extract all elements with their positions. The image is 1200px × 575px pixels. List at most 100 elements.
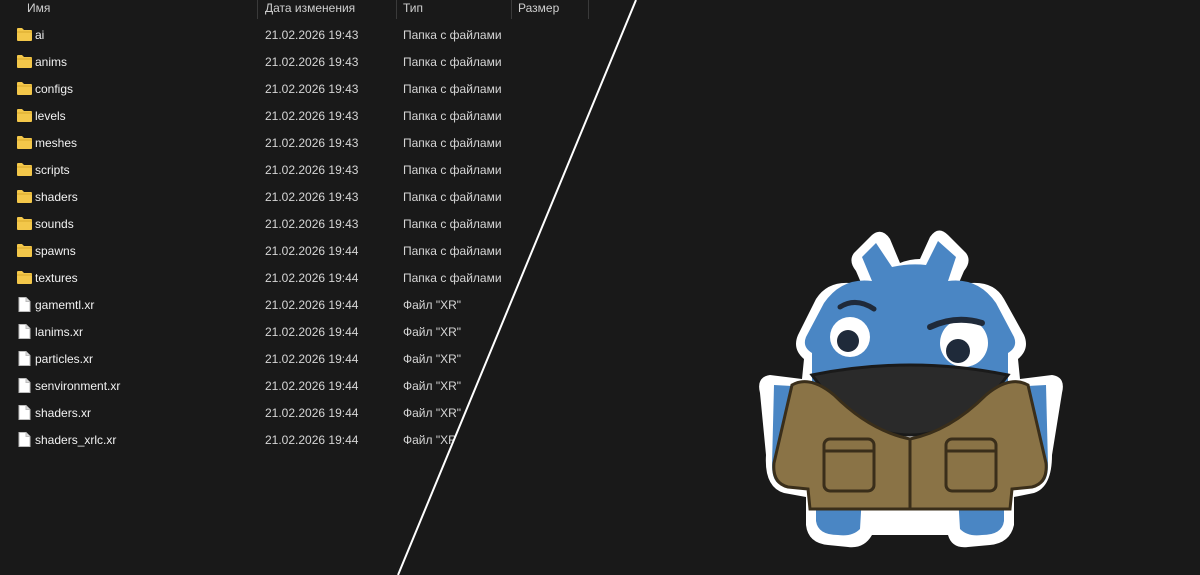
folder-icon: [16, 216, 33, 231]
folder-icon: [16, 162, 33, 177]
file-date: 21.02.2026 19:44: [265, 379, 359, 393]
file-icon: [16, 324, 33, 339]
file-list-row[interactable]: sounds 21.02.2026 19:43 Папка с файлами: [0, 211, 600, 238]
folder-icon: [16, 108, 33, 123]
column-type-header[interactable]: Тип: [403, 0, 423, 19]
file-list-row[interactable]: shaders 21.02.2026 19:43 Папка с файлами: [0, 184, 600, 211]
file-type: Файл "XR": [403, 298, 462, 312]
file-name: sounds: [35, 217, 74, 231]
image-file-icon: [637, 87, 653, 105]
file-date: 21.02.2026 19:43: [265, 136, 359, 150]
file-list-row[interactable]: shaders_xrlc.xr 21.02.2026 19:44 Файл "XR": [0, 427, 600, 454]
file-name: meshes: [35, 136, 78, 150]
file-list-row[interactable]: shaders.xr 21.02.2026 19:44 Файл "XR": [0, 400, 600, 427]
texture-file-row[interactable]: texture.dds: [634, 85, 934, 112]
mascot-illustration: [759, 230, 1063, 548]
texture-file-name: ui.dds: [657, 171, 690, 185]
file-name: anims: [35, 55, 68, 69]
texture-file-row[interactable]: texture_bump.dds: [634, 139, 934, 166]
texture-file-row[interactable]: sky_cube.dds: [634, 58, 934, 85]
file-name: particles.xr: [35, 352, 94, 366]
file-name: levels: [35, 109, 66, 123]
file-list-row[interactable]: particles.xr 21.02.2026 19:44 Файл "XR": [0, 346, 600, 373]
file-date: 21.02.2026 19:43: [265, 217, 359, 231]
file-type: Папка с файлами: [403, 217, 502, 231]
file-list-row[interactable]: lanims.xr 21.02.2026 19:44 Файл "XR": [0, 319, 600, 346]
file-type: Папка с файлами: [403, 271, 502, 285]
file-icon: [16, 351, 33, 366]
texture-file-name: font.dds: [657, 9, 700, 23]
folder-icon: [16, 81, 33, 96]
file-type: Файл "XR": [403, 325, 462, 339]
file-list-row[interactable]: spawns 21.02.2026 19:44 Папка с файлами: [0, 238, 600, 265]
column-separator[interactable]: [511, 0, 512, 19]
texture-file-row[interactable]: font.dds: [634, 4, 934, 31]
file-list-row[interactable]: gamemtl.xr 21.02.2026 19:44 Файл "XR": [0, 292, 600, 319]
folder-icon: [16, 270, 33, 285]
file-type: Папка с файлами: [403, 82, 502, 96]
column-separator[interactable]: [588, 0, 589, 19]
file-type: Папка с файлами: [403, 136, 502, 150]
file-icon: [16, 297, 33, 312]
file-list-row[interactable]: ai 21.02.2026 19:43 Папка с файлами: [0, 22, 600, 49]
image-file-icon: [637, 168, 653, 186]
file-name: scripts: [35, 163, 70, 177]
texture-file-name: sky_cube.dds: [657, 63, 731, 77]
folder-icon: [16, 243, 33, 258]
file-name: configs: [35, 82, 74, 96]
image-file-icon: [637, 141, 653, 159]
column-separator[interactable]: [257, 0, 258, 19]
column-name-header[interactable]: Имя: [27, 0, 50, 19]
image-file-icon: [637, 114, 653, 132]
file-date: 21.02.2026 19:43: [265, 163, 359, 177]
file-type: Папка с файлами: [403, 28, 502, 42]
image-file-icon: [637, 60, 653, 78]
file-list-row[interactable]: levels 21.02.2026 19:43 Папка с файлами: [0, 103, 600, 130]
file-list-row[interactable]: senvironment.xr 21.02.2026 19:44 Файл "XR": [0, 373, 600, 400]
column-size-header[interactable]: Размер: [518, 0, 559, 19]
column-separator[interactable]: [396, 0, 397, 19]
folder-icon: [16, 189, 33, 204]
file-name: textures: [35, 271, 78, 285]
file-name: gamemtl.xr: [35, 298, 95, 312]
file-type: Файл "XR": [403, 352, 462, 366]
file-name: spawns: [35, 244, 76, 258]
file-type: Папка с файлами: [403, 190, 502, 204]
file-type: Папка с файлами: [403, 55, 502, 69]
folder-icon: [16, 135, 33, 150]
file-date: 21.02.2026 19:44: [265, 244, 359, 258]
file-type: Файл "XR": [403, 433, 462, 447]
file-icon: [16, 378, 33, 393]
file-date: 21.02.2026 19:43: [265, 55, 359, 69]
file-list-row[interactable]: anims 21.02.2026 19:43 Папка с файлами: [0, 49, 600, 76]
file-date: 21.02.2026 19:44: [265, 271, 359, 285]
folder-icon: [16, 54, 33, 69]
file-name: lanims.xr: [35, 325, 84, 339]
texture-file-row[interactable]: ui.dds: [634, 166, 934, 193]
file-date: 21.02.2026 19:43: [265, 109, 359, 123]
file-type: Папка с файлами: [403, 109, 502, 123]
image-file-icon: [637, 33, 653, 51]
file-list-row[interactable]: meshes 21.02.2026 19:43 Папка с файлами: [0, 130, 600, 157]
file-date: 21.02.2026 19:44: [265, 406, 359, 420]
file-type: Файл "XR": [403, 379, 462, 393]
column-date-header[interactable]: Дата изменения: [265, 0, 355, 19]
file-date: 21.02.2026 19:43: [265, 82, 359, 96]
column-header: Имя Дата изменения Тип Размер: [0, 0, 600, 19]
file-list-row[interactable]: configs 21.02.2026 19:43 Папка с файлами: [0, 76, 600, 103]
file-list-row[interactable]: textures 21.02.2026 19:44 Папка с файлами: [0, 265, 600, 292]
file-name: shaders.xr: [35, 406, 92, 420]
file-icon: [16, 405, 33, 420]
file-date: 21.02.2026 19:43: [265, 190, 359, 204]
file-name: shaders: [35, 190, 78, 204]
file-list-row[interactable]: scripts 21.02.2026 19:43 Папка с файлами: [0, 157, 600, 184]
texture-file-row[interactable]: sky_cube#small.dds: [634, 31, 934, 58]
texture-file-name: texture.dds: [657, 90, 717, 104]
file-type: Файл "XR": [403, 406, 462, 420]
texture-file-row[interactable]: texture_bump#.dds: [634, 112, 934, 139]
texture-file-name: texture_bump.dds: [657, 144, 754, 158]
folder-icon: [16, 27, 33, 42]
texture-file-name: texture_bump#.dds: [657, 117, 760, 131]
file-date: 21.02.2026 19:44: [265, 352, 359, 366]
file-type: Папка с файлами: [403, 244, 502, 258]
